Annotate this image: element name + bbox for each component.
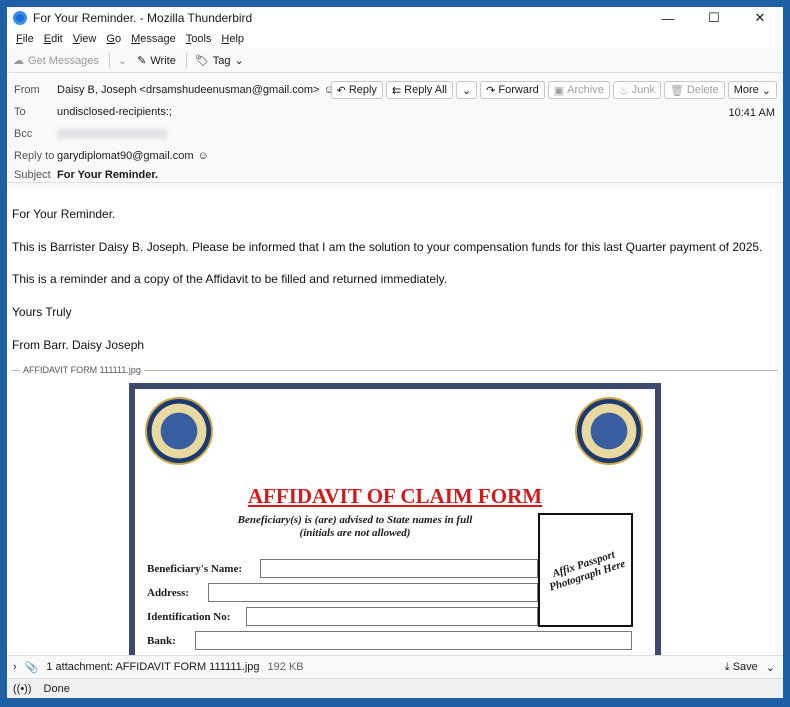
chevron-down-icon: ⌄ [234, 55, 244, 67]
main-toolbar: ☁ Get Messages ⌄ ✎ Write 🏷 Tag ⌄ [7, 49, 783, 73]
attachment-summary[interactable]: 1 attachment: AFFIDAVIT FORM 111111.jpg [46, 661, 259, 673]
window-title: For Your Reminder. - Mozilla Thunderbird [33, 11, 253, 25]
forward-button[interactable]: ↷ Forward [480, 81, 545, 99]
download-icon: ⤓ [724, 660, 733, 673]
affidavit-title: AFFIDAVIT OF CLAIM FORM [247, 484, 543, 508]
thunderbird-logo-icon [13, 11, 27, 25]
reply-icon: ↶ [336, 84, 346, 97]
subject-label: Subject [14, 169, 51, 181]
junk-button[interactable]: ♨ Junk [612, 81, 661, 99]
doj-seal-left [145, 397, 213, 465]
chevron-down-icon: ⌄ [761, 84, 771, 97]
from-value[interactable]: Daisy B, Joseph <drsamshudeenusman@gmail… [57, 84, 319, 96]
subject-value: For Your Reminder. [57, 169, 159, 181]
bcc-redacted [57, 129, 167, 139]
chevron-down-icon: ⌄ [461, 84, 472, 97]
affidavit-image[interactable]: AFFIDAVIT OF CLAIM FORM Beneficiary(s) i… [129, 383, 661, 655]
save-button[interactable]: ⤓ Save [725, 661, 758, 674]
to-label: To [14, 106, 26, 118]
thunderbird-window: For Your Reminder. - Mozilla Thunderbird… [7, 7, 783, 698]
archive-button[interactable]: ▣ Archive [547, 81, 610, 99]
expand-attachments-icon[interactable]: › [13, 661, 17, 673]
menu-bar: File Edit View Go Message Tools Help [7, 29, 783, 49]
field-label: Identification No: [147, 611, 231, 623]
attachment-size: 192 KB [267, 661, 304, 673]
field-label: Bank: [147, 635, 176, 647]
menu-help[interactable]: Help [221, 33, 244, 45]
paperclip-icon: 📎 [24, 661, 39, 674]
menu-message[interactable]: Message [131, 33, 176, 45]
body-line: For Your Reminder. [12, 207, 116, 221]
close-button[interactable]: ✕ [737, 10, 783, 26]
bcc-label: Bcc [14, 128, 33, 140]
reply-all-dropdown[interactable]: ⌄ [455, 81, 478, 99]
message-time: 10:41 AM [728, 107, 775, 119]
field-label: Beneficiary's Name: [147, 563, 242, 575]
attachment-separator: AFFIDAVIT FORM 111111.jpg [12, 365, 778, 375]
status-text: Done [43, 682, 70, 695]
field-box [208, 583, 538, 602]
menu-tools[interactable]: Tools [186, 33, 212, 45]
body-line: This is a reminder and a copy of the Aff… [12, 272, 448, 286]
cloud-download-icon: ☁ [13, 55, 24, 67]
reply-all-button[interactable]: ⇇ Reply All [385, 81, 453, 99]
save-dropdown[interactable]: ⌄ [766, 661, 775, 674]
pencil-icon: ✎ [137, 55, 147, 67]
title-bar: For Your Reminder. - Mozilla Thunderbird… [7, 7, 783, 29]
message-body: For Your Reminder. This is Barrister Dai… [7, 189, 783, 655]
field-box [260, 559, 538, 578]
activity-icon: ((•)) [13, 682, 32, 695]
field-box [246, 607, 538, 626]
reply-to-label: Reply to [14, 150, 55, 162]
field-label: Address: [147, 587, 189, 599]
maximize-button[interactable]: ☐ [691, 10, 737, 26]
body-line: This is Barrister Daisy B. Joseph. Pleas… [12, 240, 763, 254]
attachment-bar: › 📎 1 attachment: AFFIDAVIT FORM 111111.… [7, 655, 783, 678]
from-label: From [14, 84, 40, 96]
body-line: From Barr. Daisy Joseph [12, 338, 145, 352]
field-box [195, 631, 632, 650]
reply-button[interactable]: ↶ Reply [330, 81, 383, 99]
junk-icon: ♨ [618, 84, 629, 97]
menu-view[interactable]: View [73, 33, 97, 45]
affidavit-subtitle-note: (initials are not allowed) [299, 527, 411, 539]
passport-photo-box: Affix Passport Photograph Here [538, 513, 633, 627]
to-value[interactable]: undisclosed-recipients:; [57, 106, 172, 118]
contact-icon[interactable]: ☺ [198, 150, 209, 162]
doj-seal-right [575, 397, 643, 465]
tag-button[interactable]: 🏷 Tag ⌄ [194, 54, 244, 68]
forward-icon: ↷ [486, 84, 496, 97]
more-button[interactable]: More ⌄ [727, 81, 777, 99]
get-messages-button[interactable]: ☁ Get Messages [13, 54, 99, 68]
write-button[interactable]: ✎ Write [137, 54, 176, 68]
menu-go[interactable]: Go [106, 33, 121, 45]
status-bar: ((•)) Done [7, 678, 783, 698]
body-line: Yours Truly [12, 305, 72, 319]
trash-icon: 🗑 [669, 84, 684, 97]
menu-file[interactable]: File [16, 33, 34, 45]
delete-button[interactable]: 🗑 Delete [663, 81, 725, 99]
get-messages-dropdown[interactable]: ⌄ [118, 54, 127, 67]
affidavit-subtitle: Beneficiary(s) is (are) advised to State… [237, 514, 473, 526]
chevron-down-icon: ⌄ [117, 55, 128, 67]
archive-icon: ▣ [553, 84, 565, 97]
menu-edit[interactable]: Edit [44, 33, 63, 45]
reply-to-value[interactable]: garydiplomat90@gmail.com [57, 150, 194, 162]
message-header: From Daisy B, Joseph <drsamshudeenusman@g… [7, 73, 783, 183]
reply-all-icon: ⇇ [391, 84, 402, 97]
tag-icon: 🏷 [194, 55, 209, 67]
minimize-button[interactable]: — [645, 11, 691, 26]
